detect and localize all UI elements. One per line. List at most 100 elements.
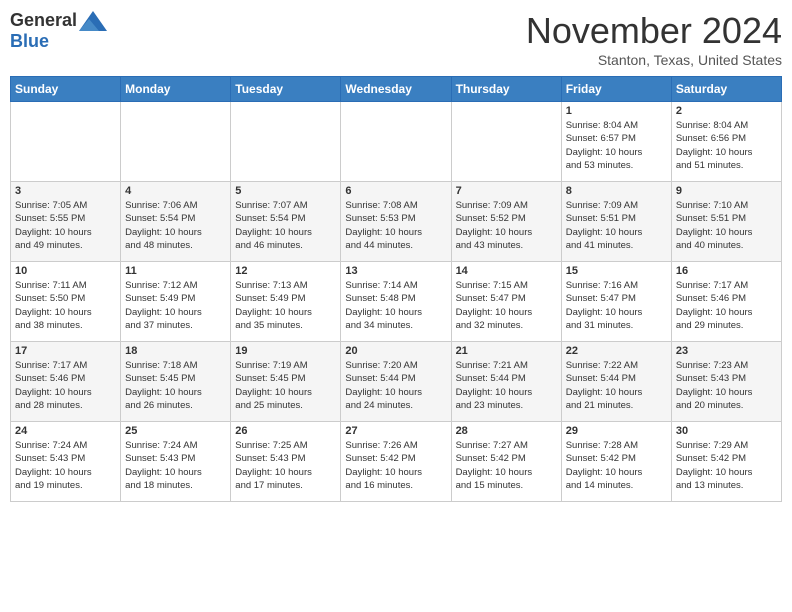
logo-icon (79, 11, 107, 31)
day-info: Sunrise: 7:18 AM Sunset: 5:45 PM Dayligh… (125, 359, 226, 412)
logo: General Blue (10, 10, 107, 52)
day-number: 25 (125, 425, 226, 437)
day-number: 18 (125, 345, 226, 357)
calendar-day-cell: 10 Sunrise: 7:11 AM Sunset: 5:50 PM Dayli… (11, 262, 121, 342)
day-number: 30 (676, 425, 777, 437)
calendar-day-cell: 27 Sunrise: 7:26 AM Sunset: 5:42 PM Dayli… (341, 422, 451, 502)
calendar-day-cell: 4 Sunrise: 7:06 AM Sunset: 5:54 PM Daylig… (121, 182, 231, 262)
calendar-day-cell (341, 102, 451, 182)
day-info: Sunrise: 7:12 AM Sunset: 5:49 PM Dayligh… (125, 279, 226, 332)
day-number: 28 (456, 425, 557, 437)
day-number: 17 (15, 345, 116, 357)
day-info: Sunrise: 7:09 AM Sunset: 5:52 PM Dayligh… (456, 199, 557, 252)
weekday-header: Wednesday (341, 77, 451, 102)
day-number: 16 (676, 265, 777, 277)
day-number: 4 (125, 185, 226, 197)
day-info: Sunrise: 7:28 AM Sunset: 5:42 PM Dayligh… (566, 439, 667, 492)
day-info: Sunrise: 7:17 AM Sunset: 5:46 PM Dayligh… (15, 359, 116, 412)
day-info: Sunrise: 7:19 AM Sunset: 5:45 PM Dayligh… (235, 359, 336, 412)
day-number: 3 (15, 185, 116, 197)
day-number: 10 (15, 265, 116, 277)
calendar-day-cell (231, 102, 341, 182)
calendar-day-cell: 11Sunrise: 7:12 AM Sunset: 5:49 PM Dayli… (121, 262, 231, 342)
day-number: 29 (566, 425, 667, 437)
day-number: 9 (676, 185, 777, 197)
day-info: Sunrise: 8:04 AM Sunset: 6:57 PM Dayligh… (566, 119, 667, 172)
calendar-day-cell: 15 Sunrise: 7:16 AM Sunset: 5:47 PM Dayli… (561, 262, 671, 342)
weekday-header: Saturday (671, 77, 781, 102)
calendar-day-cell: 7 Sunrise: 7:09 AM Sunset: 5:52 PM Daylig… (451, 182, 561, 262)
title-section: November 2024 Stanton, Texas, United Sta… (526, 10, 782, 68)
weekday-header: Thursday (451, 77, 561, 102)
calendar-table: SundayMondayTuesdayWednesdayThursdayFrid… (10, 76, 782, 502)
calendar-day-cell: 25 Sunrise: 7:24 AM Sunset: 5:43 PM Dayli… (121, 422, 231, 502)
month-title: November 2024 (526, 10, 782, 52)
calendar-day-cell: 19 Sunrise: 7:19 AM Sunset: 5:45 PM Dayli… (231, 342, 341, 422)
logo-general: General (10, 10, 77, 31)
calendar-week-row: 17 Sunrise: 7:17 AM Sunset: 5:46 PM Dayli… (11, 342, 782, 422)
day-info: Sunrise: 7:24 AM Sunset: 5:43 PM Dayligh… (125, 439, 226, 492)
calendar-day-cell: 18 Sunrise: 7:18 AM Sunset: 5:45 PM Dayli… (121, 342, 231, 422)
day-info: Sunrise: 7:09 AM Sunset: 5:51 PM Dayligh… (566, 199, 667, 252)
day-info: Sunrise: 7:21 AM Sunset: 5:44 PM Dayligh… (456, 359, 557, 412)
calendar-day-cell: 3Sunrise: 7:05 AM Sunset: 5:55 PM Daylig… (11, 182, 121, 262)
calendar-day-cell: 13 Sunrise: 7:14 AM Sunset: 5:48 PM Dayli… (341, 262, 451, 342)
calendar-day-cell: 5 Sunrise: 7:07 AM Sunset: 5:54 PM Daylig… (231, 182, 341, 262)
day-info: Sunrise: 7:17 AM Sunset: 5:46 PM Dayligh… (676, 279, 777, 332)
day-info: Sunrise: 7:10 AM Sunset: 5:51 PM Dayligh… (676, 199, 777, 252)
day-number: 26 (235, 425, 336, 437)
calendar-week-row: 1 Sunrise: 8:04 AM Sunset: 6:57 PM Daylig… (11, 102, 782, 182)
day-info: Sunrise: 7:06 AM Sunset: 5:54 PM Dayligh… (125, 199, 226, 252)
day-info: Sunrise: 7:20 AM Sunset: 5:44 PM Dayligh… (345, 359, 446, 412)
calendar-day-cell: 12Sunrise: 7:13 AM Sunset: 5:49 PM Dayli… (231, 262, 341, 342)
calendar-day-cell: 17 Sunrise: 7:17 AM Sunset: 5:46 PM Dayli… (11, 342, 121, 422)
day-number: 7 (456, 185, 557, 197)
day-number: 27 (345, 425, 446, 437)
day-info: Sunrise: 7:25 AM Sunset: 5:43 PM Dayligh… (235, 439, 336, 492)
calendar-day-cell: 23 Sunrise: 7:23 AM Sunset: 5:43 PM Dayli… (671, 342, 781, 422)
calendar-day-cell (451, 102, 561, 182)
day-info: Sunrise: 7:24 AM Sunset: 5:43 PM Dayligh… (15, 439, 116, 492)
day-number: 20 (345, 345, 446, 357)
page-header: General Blue November 2024 Stanton, Texa… (10, 10, 782, 68)
day-number: 14 (456, 265, 557, 277)
day-number: 2 (676, 105, 777, 117)
day-number: 8 (566, 185, 667, 197)
day-info: Sunrise: 7:07 AM Sunset: 5:54 PM Dayligh… (235, 199, 336, 252)
day-info: Sunrise: 7:26 AM Sunset: 5:42 PM Dayligh… (345, 439, 446, 492)
day-number: 6 (345, 185, 446, 197)
calendar-day-cell (121, 102, 231, 182)
day-info: Sunrise: 8:04 AM Sunset: 6:56 PM Dayligh… (676, 119, 777, 172)
calendar-day-cell: 24 Sunrise: 7:24 AM Sunset: 5:43 PM Dayli… (11, 422, 121, 502)
weekday-header-row: SundayMondayTuesdayWednesdayThursdayFrid… (11, 77, 782, 102)
calendar-day-cell: 8 Sunrise: 7:09 AM Sunset: 5:51 PM Daylig… (561, 182, 671, 262)
calendar-day-cell (11, 102, 121, 182)
day-info: Sunrise: 7:14 AM Sunset: 5:48 PM Dayligh… (345, 279, 446, 332)
calendar-day-cell: 9 Sunrise: 7:10 AM Sunset: 5:51 PM Daylig… (671, 182, 781, 262)
calendar-day-cell: 30 Sunrise: 7:29 AM Sunset: 5:42 PM Dayli… (671, 422, 781, 502)
day-number: 5 (235, 185, 336, 197)
calendar-day-cell: 26 Sunrise: 7:25 AM Sunset: 5:43 PM Dayli… (231, 422, 341, 502)
day-number: 19 (235, 345, 336, 357)
weekday-header: Sunday (11, 77, 121, 102)
calendar-day-cell: 6 Sunrise: 7:08 AM Sunset: 5:53 PM Daylig… (341, 182, 451, 262)
day-number: 13 (345, 265, 446, 277)
calendar-day-cell: 1 Sunrise: 8:04 AM Sunset: 6:57 PM Daylig… (561, 102, 671, 182)
day-number: 24 (15, 425, 116, 437)
weekday-header: Friday (561, 77, 671, 102)
day-info: Sunrise: 7:16 AM Sunset: 5:47 PM Dayligh… (566, 279, 667, 332)
weekday-header: Monday (121, 77, 231, 102)
day-info: Sunrise: 7:11 AM Sunset: 5:50 PM Dayligh… (15, 279, 116, 332)
day-info: Sunrise: 7:08 AM Sunset: 5:53 PM Dayligh… (345, 199, 446, 252)
day-info: Sunrise: 7:29 AM Sunset: 5:42 PM Dayligh… (676, 439, 777, 492)
weekday-header: Tuesday (231, 77, 341, 102)
day-info: Sunrise: 7:22 AM Sunset: 5:44 PM Dayligh… (566, 359, 667, 412)
calendar-week-row: 3Sunrise: 7:05 AM Sunset: 5:55 PM Daylig… (11, 182, 782, 262)
day-number: 23 (676, 345, 777, 357)
calendar-week-row: 24 Sunrise: 7:24 AM Sunset: 5:43 PM Dayli… (11, 422, 782, 502)
day-number: 15 (566, 265, 667, 277)
calendar-day-cell: 16 Sunrise: 7:17 AM Sunset: 5:46 PM Dayli… (671, 262, 781, 342)
day-number: 1 (566, 105, 667, 117)
calendar-day-cell: 22Sunrise: 7:22 AM Sunset: 5:44 PM Dayli… (561, 342, 671, 422)
day-info: Sunrise: 7:23 AM Sunset: 5:43 PM Dayligh… (676, 359, 777, 412)
